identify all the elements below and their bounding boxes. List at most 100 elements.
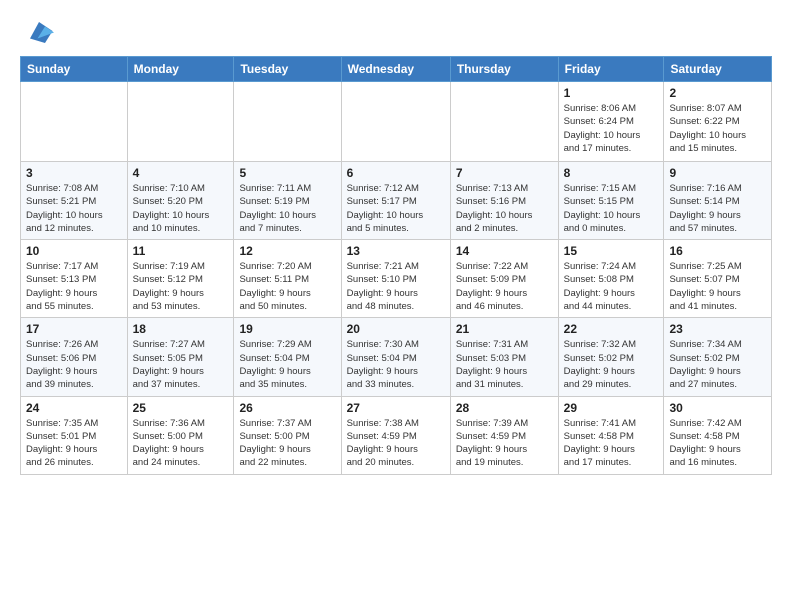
weekday-header-friday: Friday [558,57,664,82]
day-cell [21,82,128,162]
day-cell [234,82,341,162]
day-number: 2 [669,86,766,100]
day-info: Sunrise: 7:31 AM Sunset: 5:03 PM Dayligh… [456,338,553,391]
day-info: Sunrise: 7:36 AM Sunset: 5:00 PM Dayligh… [133,417,229,470]
day-cell: 9 Sunrise: 7:16 AM Sunset: 5:14 PM Daylig… [664,162,772,240]
day-number: 13 [347,244,445,258]
day-info: Sunrise: 8:06 AM Sunset: 6:24 PM Dayligh… [564,102,659,155]
day-cell: 11 Sunrise: 7:19 AM Sunset: 5:12 PM Dayli… [127,240,234,318]
day-info: Sunrise: 7:27 AM Sunset: 5:05 PM Dayligh… [133,338,229,391]
day-cell: 24 Sunrise: 7:35 AM Sunset: 5:01 PM Dayli… [21,396,128,474]
logo-icon [24,16,54,46]
day-info: Sunrise: 7:20 AM Sunset: 5:11 PM Dayligh… [239,260,335,313]
day-cell: 17 Sunrise: 7:26 AM Sunset: 5:06 PM Dayli… [21,318,128,396]
calendar: SundayMondayTuesdayWednesdayThursdayFrid… [20,56,772,475]
day-cell: 18 Sunrise: 7:27 AM Sunset: 5:05 PM Dayli… [127,318,234,396]
day-info: Sunrise: 7:29 AM Sunset: 5:04 PM Dayligh… [239,338,335,391]
day-cell: 10 Sunrise: 7:17 AM Sunset: 5:13 PM Dayli… [21,240,128,318]
day-info: Sunrise: 7:21 AM Sunset: 5:10 PM Dayligh… [347,260,445,313]
day-number: 9 [669,166,766,180]
day-cell [127,82,234,162]
day-number: 27 [347,401,445,415]
weekday-header-wednesday: Wednesday [341,57,450,82]
day-info: Sunrise: 7:41 AM Sunset: 4:58 PM Dayligh… [564,417,659,470]
day-info: Sunrise: 7:25 AM Sunset: 5:07 PM Dayligh… [669,260,766,313]
day-info: Sunrise: 7:34 AM Sunset: 5:02 PM Dayligh… [669,338,766,391]
day-cell: 13 Sunrise: 7:21 AM Sunset: 5:10 PM Dayli… [341,240,450,318]
day-number: 18 [133,322,229,336]
day-info: Sunrise: 7:42 AM Sunset: 4:58 PM Dayligh… [669,417,766,470]
weekday-header-saturday: Saturday [664,57,772,82]
day-number: 1 [564,86,659,100]
day-cell: 3Sunrise: 7:08 AM Sunset: 5:21 PM Daylig… [21,162,128,240]
day-number: 11 [133,244,229,258]
day-info: Sunrise: 7:26 AM Sunset: 5:06 PM Dayligh… [26,338,122,391]
day-info: Sunrise: 7:16 AM Sunset: 5:14 PM Dayligh… [669,182,766,235]
day-info: Sunrise: 7:10 AM Sunset: 5:20 PM Dayligh… [133,182,229,235]
day-info: Sunrise: 7:35 AM Sunset: 5:01 PM Dayligh… [26,417,122,470]
day-cell: 4 Sunrise: 7:10 AM Sunset: 5:20 PM Daylig… [127,162,234,240]
weekday-header-monday: Monday [127,57,234,82]
day-number: 25 [133,401,229,415]
day-cell: 20Sunrise: 7:30 AM Sunset: 5:04 PM Dayli… [341,318,450,396]
day-number: 6 [347,166,445,180]
day-info: Sunrise: 7:22 AM Sunset: 5:09 PM Dayligh… [456,260,553,313]
day-info: Sunrise: 7:08 AM Sunset: 5:21 PM Dayligh… [26,182,122,235]
weekday-header-row: SundayMondayTuesdayWednesdayThursdayFrid… [21,57,772,82]
week-row-1: 1 Sunrise: 8:06 AM Sunset: 6:24 PM Daylig… [21,82,772,162]
day-cell: 5 Sunrise: 7:11 AM Sunset: 5:19 PM Daylig… [234,162,341,240]
day-number: 8 [564,166,659,180]
day-cell: 23 Sunrise: 7:34 AM Sunset: 5:02 PM Dayli… [664,318,772,396]
day-number: 15 [564,244,659,258]
day-number: 17 [26,322,122,336]
day-number: 10 [26,244,122,258]
day-cell: 30 Sunrise: 7:42 AM Sunset: 4:58 PM Dayli… [664,396,772,474]
day-cell: 1 Sunrise: 8:06 AM Sunset: 6:24 PM Daylig… [558,82,664,162]
day-number: 16 [669,244,766,258]
day-info: Sunrise: 7:32 AM Sunset: 5:02 PM Dayligh… [564,338,659,391]
logo [20,16,54,46]
day-number: 4 [133,166,229,180]
day-number: 23 [669,322,766,336]
day-number: 22 [564,322,659,336]
day-cell: 22 Sunrise: 7:32 AM Sunset: 5:02 PM Dayli… [558,318,664,396]
weekday-header-sunday: Sunday [21,57,128,82]
day-info: Sunrise: 7:19 AM Sunset: 5:12 PM Dayligh… [133,260,229,313]
day-number: 28 [456,401,553,415]
day-info: Sunrise: 7:17 AM Sunset: 5:13 PM Dayligh… [26,260,122,313]
day-cell: 7 Sunrise: 7:13 AM Sunset: 5:16 PM Daylig… [450,162,558,240]
day-info: Sunrise: 7:30 AM Sunset: 5:04 PM Dayligh… [347,338,445,391]
day-number: 19 [239,322,335,336]
day-cell [341,82,450,162]
day-info: Sunrise: 7:12 AM Sunset: 5:17 PM Dayligh… [347,182,445,235]
week-row-5: 24 Sunrise: 7:35 AM Sunset: 5:01 PM Dayli… [21,396,772,474]
day-cell: 6 Sunrise: 7:12 AM Sunset: 5:17 PM Daylig… [341,162,450,240]
week-row-2: 3Sunrise: 7:08 AM Sunset: 5:21 PM Daylig… [21,162,772,240]
day-cell: 12Sunrise: 7:20 AM Sunset: 5:11 PM Dayli… [234,240,341,318]
day-info: Sunrise: 7:13 AM Sunset: 5:16 PM Dayligh… [456,182,553,235]
weekday-header-tuesday: Tuesday [234,57,341,82]
day-info: Sunrise: 8:07 AM Sunset: 6:22 PM Dayligh… [669,102,766,155]
day-cell: 29Sunrise: 7:41 AM Sunset: 4:58 PM Dayli… [558,396,664,474]
day-cell: 28Sunrise: 7:39 AM Sunset: 4:59 PM Dayli… [450,396,558,474]
day-number: 21 [456,322,553,336]
day-cell: 16 Sunrise: 7:25 AM Sunset: 5:07 PM Dayli… [664,240,772,318]
day-number: 7 [456,166,553,180]
day-cell: 8Sunrise: 7:15 AM Sunset: 5:15 PM Daylig… [558,162,664,240]
day-info: Sunrise: 7:37 AM Sunset: 5:00 PM Dayligh… [239,417,335,470]
day-cell [450,82,558,162]
week-row-4: 17 Sunrise: 7:26 AM Sunset: 5:06 PM Dayli… [21,318,772,396]
day-number: 24 [26,401,122,415]
day-info: Sunrise: 7:24 AM Sunset: 5:08 PM Dayligh… [564,260,659,313]
day-number: 30 [669,401,766,415]
page: SundayMondayTuesdayWednesdayThursdayFrid… [0,0,792,491]
day-number: 14 [456,244,553,258]
day-number: 5 [239,166,335,180]
header [20,16,772,46]
day-cell: 14 Sunrise: 7:22 AM Sunset: 5:09 PM Dayli… [450,240,558,318]
day-info: Sunrise: 7:11 AM Sunset: 5:19 PM Dayligh… [239,182,335,235]
week-row-3: 10 Sunrise: 7:17 AM Sunset: 5:13 PM Dayli… [21,240,772,318]
day-cell: 15 Sunrise: 7:24 AM Sunset: 5:08 PM Dayli… [558,240,664,318]
day-cell: 21 Sunrise: 7:31 AM Sunset: 5:03 PM Dayli… [450,318,558,396]
day-number: 26 [239,401,335,415]
